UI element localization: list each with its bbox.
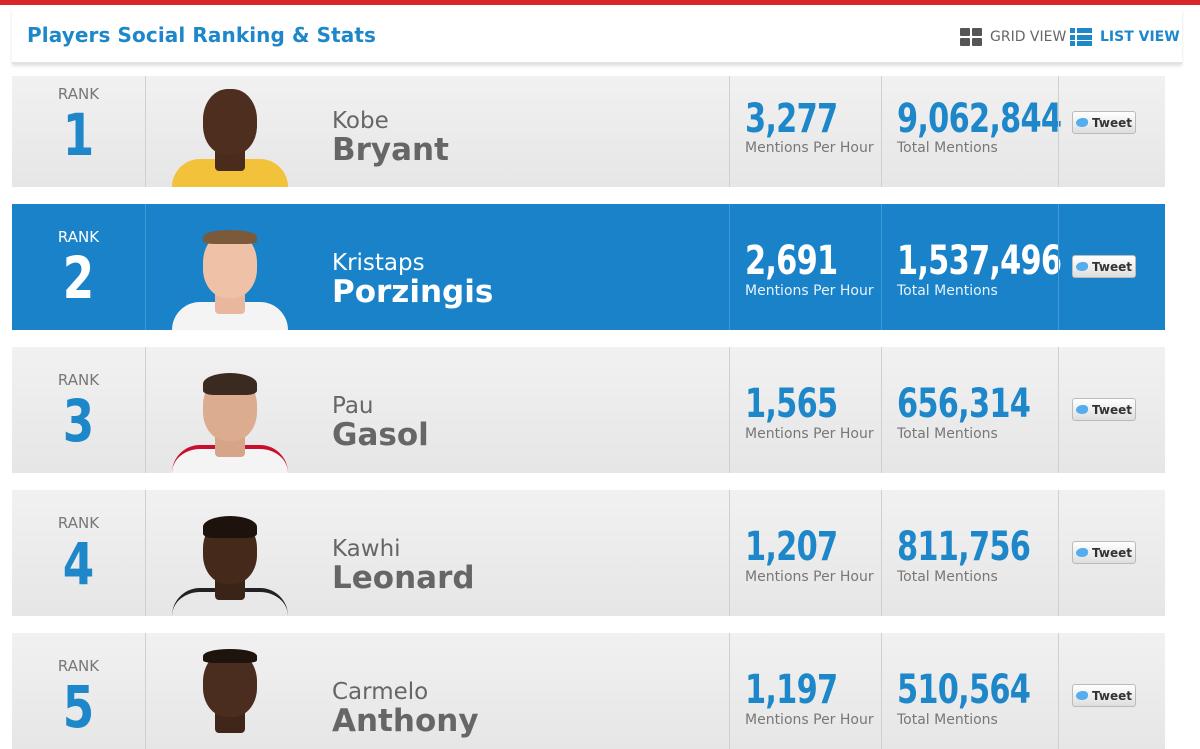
player-row[interactable]: RANK 4 Kawhi Leonard 1,207 Mentions Per …: [12, 490, 1165, 616]
player-photo: [167, 230, 293, 330]
tweet-cell: Tweet: [1058, 347, 1165, 473]
list-icon: [1070, 28, 1092, 46]
total-mentions-value: 1,537,496: [897, 238, 1062, 284]
player-photo: [167, 649, 293, 749]
total-mentions-label: Total Mentions: [897, 140, 998, 156]
total-mentions-cell: 9,062,844 Total Mentions: [881, 76, 1062, 187]
mentions-per-hour-value: 2,691: [745, 238, 838, 284]
tweet-cell: Tweet: [1058, 76, 1165, 187]
player-last-name: Bryant: [332, 132, 449, 168]
mentions-per-hour-value: 1,565: [745, 381, 838, 427]
tweet-button[interactable]: Tweet: [1072, 541, 1136, 564]
tweet-label: Tweet: [1092, 688, 1132, 703]
tweet-label: Tweet: [1092, 115, 1132, 130]
rank-cell: RANK 4: [12, 490, 146, 616]
player-photo: [167, 87, 293, 187]
player-first-name: Pau: [332, 393, 374, 419]
tweet-button[interactable]: Tweet: [1072, 684, 1136, 707]
player-name: Carmelo Anthony: [332, 633, 722, 749]
grid-icon: [960, 28, 982, 46]
total-mentions-value: 9,062,844: [897, 96, 1062, 142]
player-name: Kawhi Leonard: [332, 490, 722, 616]
rank-cell: RANK 5: [12, 633, 146, 749]
player-row[interactable]: RANK 1 Kobe Bryant 3,277 Mentions Per Ho…: [12, 76, 1165, 187]
tweet-button[interactable]: Tweet: [1072, 398, 1136, 421]
player-row-selected[interactable]: RANK 2 Kristaps Porzingis 2,691 Mentions…: [12, 204, 1165, 330]
player-first-name: Kristaps: [332, 250, 425, 276]
player-row[interactable]: RANK 5 Carmelo Anthony 1,197 Mentions Pe…: [12, 633, 1165, 749]
player-photo: [167, 516, 293, 616]
rank-number: 3: [62, 387, 95, 455]
total-mentions-cell: 656,314 Total Mentions: [881, 347, 1058, 473]
twitter-bird-icon: [1076, 405, 1089, 414]
twitter-bird-icon: [1076, 118, 1089, 127]
total-mentions-cell: 510,564 Total Mentions: [881, 633, 1058, 749]
mentions-per-hour-cell: 3,277 Mentions Per Hour: [729, 76, 881, 187]
tweet-cell: Tweet: [1058, 490, 1165, 616]
grid-view-button[interactable]: GRID VIEW: [960, 28, 1066, 46]
mentions-per-hour-label: Mentions Per Hour: [745, 712, 874, 728]
grid-view-label: GRID VIEW: [990, 29, 1067, 45]
mentions-per-hour-cell: 1,565 Mentions Per Hour: [729, 347, 881, 473]
mentions-per-hour-label: Mentions Per Hour: [745, 569, 874, 585]
total-mentions-value: 811,756: [897, 524, 1031, 570]
twitter-bird-icon: [1076, 262, 1089, 271]
total-mentions-label: Total Mentions: [897, 426, 998, 442]
rank-cell: RANK 3: [12, 347, 146, 473]
rank-cell: RANK 1: [12, 76, 146, 187]
page-header: Players Social Ranking & Stats GRID VIEW…: [12, 8, 1182, 64]
player-photo: [167, 373, 293, 473]
tweet-label: Tweet: [1092, 545, 1132, 560]
tweet-label: Tweet: [1092, 259, 1132, 274]
mentions-per-hour-value: 1,207: [745, 524, 838, 570]
mentions-per-hour-label: Mentions Per Hour: [745, 426, 874, 442]
tweet-label: Tweet: [1092, 402, 1132, 417]
rank-number: 2: [62, 244, 95, 312]
mentions-per-hour-value: 1,197: [745, 667, 838, 713]
rank-number: 5: [62, 673, 95, 741]
player-row[interactable]: RANK 3 Pau Gasol 1,565 Mentions Per Hour…: [12, 347, 1165, 473]
tweet-cell: Tweet: [1058, 204, 1165, 330]
mentions-per-hour-cell: 1,197 Mentions Per Hour: [729, 633, 881, 749]
player-name: Kristaps Porzingis: [332, 204, 722, 330]
top-accent-bar: [0, 0, 1200, 5]
mentions-per-hour-label: Mentions Per Hour: [745, 140, 874, 156]
rank-cell: RANK 2: [12, 204, 146, 330]
tweet-cell: Tweet: [1058, 633, 1165, 749]
total-mentions-label: Total Mentions: [897, 283, 998, 299]
player-last-name: Gasol: [332, 417, 429, 453]
tweet-button[interactable]: Tweet: [1072, 255, 1136, 278]
player-last-name: Porzingis: [332, 274, 494, 310]
rank-number: 1: [62, 101, 95, 169]
player-name: Kobe Bryant: [332, 76, 722, 187]
total-mentions-label: Total Mentions: [897, 712, 998, 728]
player-name: Pau Gasol: [332, 347, 722, 473]
player-last-name: Leonard: [332, 560, 475, 596]
mentions-per-hour-cell: 2,691 Mentions Per Hour: [729, 204, 881, 330]
player-last-name: Anthony: [332, 703, 479, 739]
list-view-button[interactable]: LIST VIEW: [1070, 28, 1180, 46]
rank-number: 4: [62, 530, 95, 598]
mentions-per-hour-label: Mentions Per Hour: [745, 283, 874, 299]
player-first-name: Carmelo: [332, 679, 429, 705]
twitter-bird-icon: [1076, 691, 1089, 700]
list-view-label: LIST VIEW: [1100, 29, 1180, 45]
total-mentions-value: 510,564: [897, 667, 1031, 713]
total-mentions-label: Total Mentions: [897, 569, 998, 585]
page-title: Players Social Ranking & Stats: [27, 23, 377, 47]
total-mentions-cell: 1,537,496 Total Mentions: [881, 204, 1062, 330]
total-mentions-cell: 811,756 Total Mentions: [881, 490, 1058, 616]
player-first-name: Kawhi: [332, 536, 401, 562]
total-mentions-value: 656,314: [897, 381, 1031, 427]
player-first-name: Kobe: [332, 108, 389, 134]
twitter-bird-icon: [1076, 548, 1089, 557]
tweet-button[interactable]: Tweet: [1072, 111, 1136, 134]
mentions-per-hour-cell: 1,207 Mentions Per Hour: [729, 490, 881, 616]
mentions-per-hour-value: 3,277: [745, 96, 838, 142]
